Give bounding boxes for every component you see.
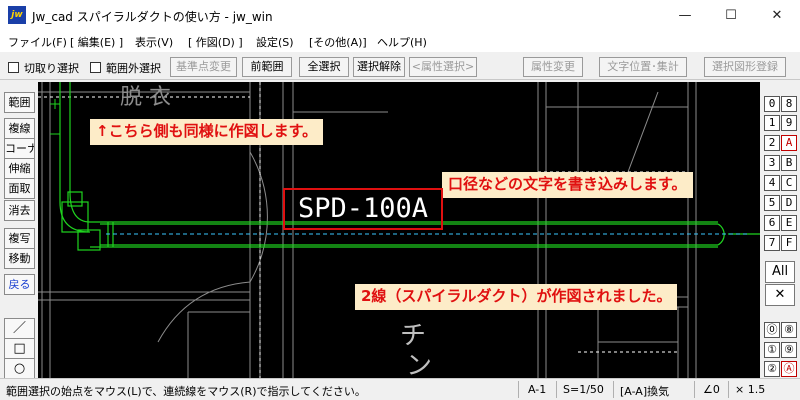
layer-group-4[interactable]: 4	[764, 175, 780, 191]
layer-group-9[interactable]: 9	[781, 115, 797, 131]
status-message: 範囲選択の始点をマウス(L)で、連続線をマウス(R)で指示してください。	[6, 385, 366, 398]
status-bar: 範囲選択の始点をマウス(L)で、連続線をマウス(R)で指示してください。 A-1…	[0, 378, 800, 400]
base-point-change-button[interactable]: 基準点変更	[170, 57, 237, 77]
toolbar: 切取り選択 範囲外選択 基準点変更 前範囲 全選択 選択解除 <属性選択> 属性…	[0, 54, 800, 80]
layer-group-5[interactable]: 5	[764, 195, 780, 211]
cut-select-checkbox[interactable]	[8, 62, 19, 73]
tool-rectangle[interactable]: □	[4, 338, 35, 359]
menu-edit[interactable]: [ 編集(E) ]	[70, 34, 123, 50]
layer-group-0[interactable]: 0	[764, 96, 780, 112]
layer-9-button[interactable]: ⑨	[781, 342, 797, 358]
left-tool-palette: 範囲 複線 コーナー 伸縮 面取 消去 複写 移動 戻る ／ □ ○	[0, 82, 38, 379]
vertical-text-2: ン	[406, 351, 432, 378]
layer-group-2[interactable]: 2	[764, 135, 780, 151]
status-separator	[694, 381, 695, 398]
layer-group-a[interactable]: A	[781, 135, 797, 151]
prev-range-button[interactable]: 前範囲	[242, 57, 292, 77]
layer-group-c[interactable]: C	[781, 175, 797, 191]
layer-2-button[interactable]: ②	[764, 361, 780, 377]
menu-view[interactable]: 表示(V)	[135, 34, 173, 50]
all-layers-button[interactable]: All	[765, 261, 795, 283]
layer-cross-button[interactable]: ✕	[765, 284, 795, 306]
status-scale[interactable]: S=1/50	[563, 383, 604, 396]
layer-group-d[interactable]: D	[781, 195, 797, 211]
layer-group-7[interactable]: 7	[764, 235, 780, 251]
tool-range[interactable]: 範囲	[4, 92, 35, 113]
layer-group-3[interactable]: 3	[764, 155, 780, 171]
menu-draw[interactable]: [ 作図(D) ]	[188, 34, 243, 50]
text-position-total-button[interactable]: 文字位置･集計	[599, 57, 687, 77]
status-layer[interactable]: A-1	[528, 383, 546, 396]
minimize-button[interactable]: —	[662, 0, 708, 32]
deselect-button[interactable]: 選択解除	[353, 57, 405, 77]
menu-settings[interactable]: 設定(S)	[256, 34, 294, 50]
tool-stretch[interactable]: 伸縮	[4, 158, 35, 179]
layer-palette: 0 8 1 9 2 A 3 B 4 C 5 D 6 E 7 F All ✕ ⓪ …	[760, 82, 800, 378]
select-all-button[interactable]: 全選択	[299, 57, 349, 77]
layer-0-button[interactable]: ⓪	[764, 322, 780, 338]
cut-select-label: 切取り選択	[24, 62, 79, 75]
annotation-this-side: ↑こちら側も同様に作図します。	[90, 119, 324, 145]
title-bar: jw Jw_cad スパイラルダクトの使い方 - jw_win — ☐ ✕	[0, 0, 800, 32]
layer-a-button[interactable]: Ⓐ	[781, 361, 797, 377]
tool-corner[interactable]: コーナー	[4, 138, 35, 159]
tool-chamfer[interactable]: 面取	[4, 178, 35, 199]
room-label-text: 脱 衣	[120, 85, 171, 110]
close-button[interactable]: ✕	[754, 0, 800, 32]
status-separator	[728, 381, 729, 398]
register-shape-button[interactable]: 選択図形登録	[704, 57, 786, 77]
tool-move[interactable]: 移動	[4, 248, 35, 269]
tool-copy[interactable]: 複写	[4, 228, 35, 249]
layer-group-6[interactable]: 6	[764, 215, 780, 231]
menu-help[interactable]: ヘルプ(H)	[377, 34, 427, 50]
attr-select-button[interactable]: <属性選択>	[409, 57, 477, 77]
status-separator	[518, 381, 519, 398]
window-title: Jw_cad スパイラルダクトの使い方 - jw_win	[32, 10, 273, 24]
status-separator	[613, 381, 614, 398]
status-layer-name[interactable]: [A-A]換気	[620, 383, 669, 399]
attr-change-button[interactable]: 属性変更	[523, 57, 583, 77]
tool-undo[interactable]: 戻る	[4, 274, 35, 295]
annotation-two-lines-drawn: 2線（スパイラルダクト）が作図されました。	[355, 284, 678, 310]
menu-bar: ファイル(F) [ 編集(E) ] 表示(V) [ 作図(D) ] 設定(S) …	[0, 32, 800, 52]
status-angle[interactable]: ∠0	[703, 383, 720, 396]
layer-group-8[interactable]: 8	[781, 96, 797, 112]
vertical-text-1: チ	[400, 321, 426, 351]
layer-group-e[interactable]: E	[781, 215, 797, 231]
tool-erase[interactable]: 消去	[4, 200, 35, 221]
tool-offset[interactable]: 複線	[4, 118, 35, 139]
layer-group-1[interactable]: 1	[764, 115, 780, 131]
layer-8-button[interactable]: ⑧	[781, 322, 797, 338]
menu-other[interactable]: [その他(A)]	[309, 34, 367, 50]
tool-circle[interactable]: ○	[4, 358, 35, 379]
status-separator	[556, 381, 557, 398]
app-icon: jw	[8, 6, 26, 24]
annotation-write-text: 口径などの文字を書き込みします。	[442, 172, 693, 198]
layer-group-b[interactable]: B	[781, 155, 797, 171]
status-factor[interactable]: × 1.5	[735, 383, 765, 396]
outside-select-checkbox[interactable]	[90, 62, 101, 73]
menu-file[interactable]: ファイル(F)	[8, 34, 67, 50]
layer-group-f[interactable]: F	[781, 235, 797, 251]
tool-line[interactable]: ／	[4, 318, 35, 339]
outside-select-label: 範囲外選択	[106, 62, 161, 75]
duct-size-label: SPD-100A	[283, 188, 443, 230]
layer-1-button[interactable]: ①	[764, 342, 780, 358]
maximize-button[interactable]: ☐	[708, 0, 754, 32]
